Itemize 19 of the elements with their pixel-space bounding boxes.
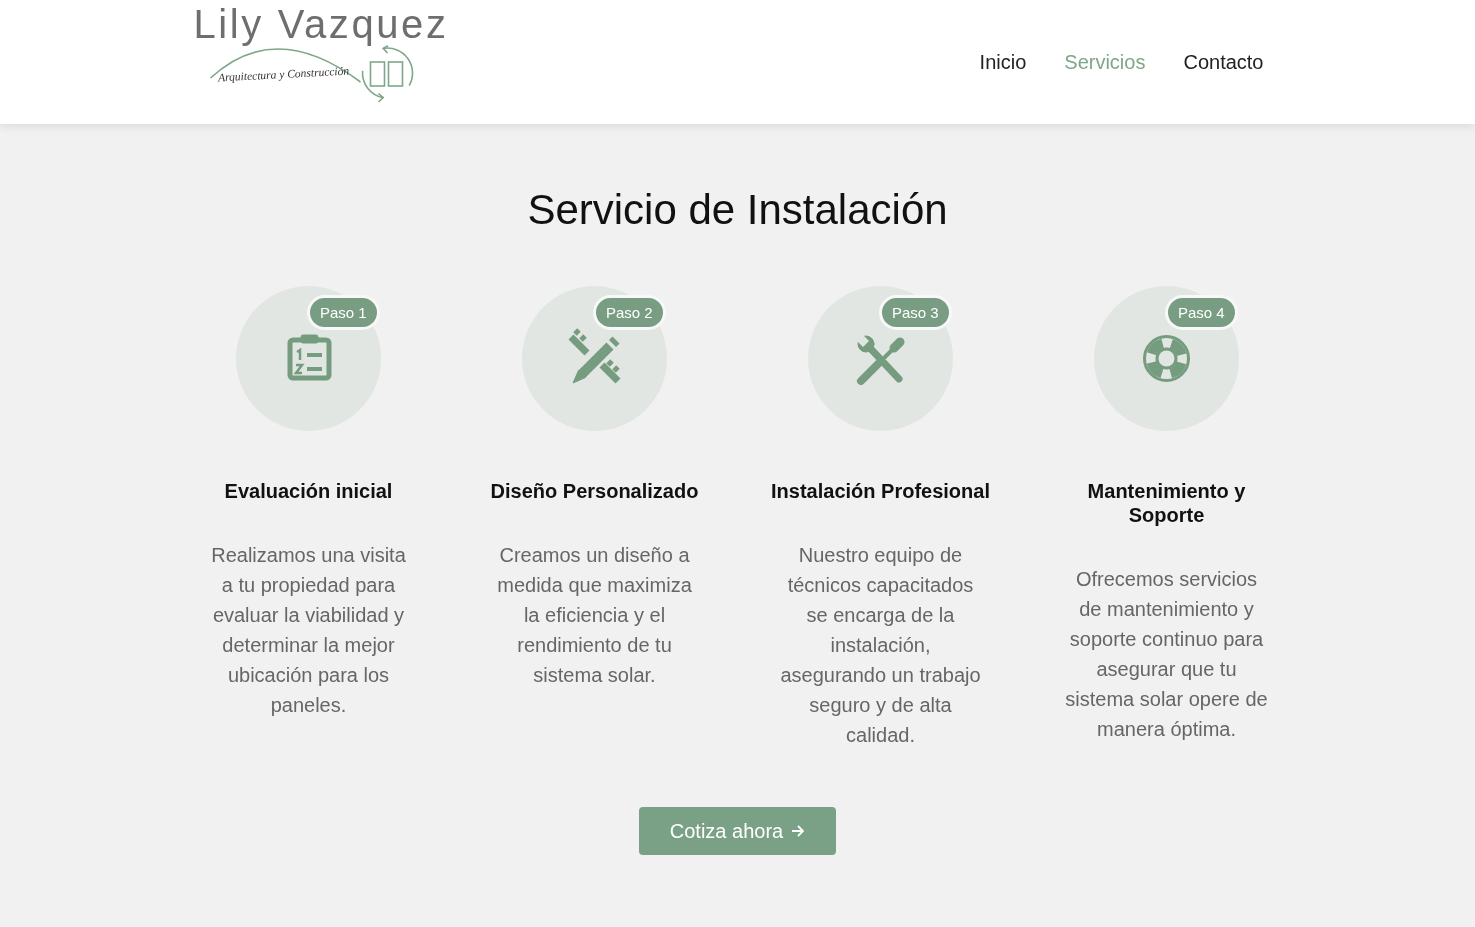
step-title: Instalación Profesional <box>770 479 991 503</box>
step-title: Mantenimiento y Soporte <box>1086 479 1247 527</box>
step-description: Nuestro equipo de técnicos capacitados se encarga de la instalación, asegurando un trabajo seguro y de alta calidad. <box>779 543 982 748</box>
logo-emblem-icon <box>208 44 414 104</box>
section-title: Servicio de Instalación <box>527 185 948 235</box>
step-badge: Paso 4 <box>1165 295 1238 330</box>
step-title: Evaluación inicial <box>223 479 394 503</box>
arrow-right-icon <box>791 825 806 837</box>
nav-link[interactable]: Contacto <box>1183 49 1264 75</box>
step-title: Diseño Personalizado <box>489 479 700 503</box>
step-description: Realizamos una visita a tu propiedad para evaluar la viabilidad y determinar la mejor ubicación para los paneles. <box>210 543 407 718</box>
step-description: Ofrecemos servicios de mantenimiento y soporte continuo para asegurar que tu sistema solar opere de manera óptima. <box>1064 567 1269 742</box>
step-badge: Paso 1 <box>307 295 380 330</box>
nav-link[interactable]: Inicio <box>979 49 1027 75</box>
step-badge: Paso 2 <box>593 295 666 330</box>
logo-tagline: Arquitectura y Construcción <box>217 63 349 85</box>
step-description: Creamos un diseño a medida que maximiza la eficiencia y el rendimiento de tu sistema solar. <box>496 543 693 688</box>
step-badge: Paso 3 <box>879 295 952 330</box>
logo-title: Lily Vazquez <box>193 3 449 45</box>
